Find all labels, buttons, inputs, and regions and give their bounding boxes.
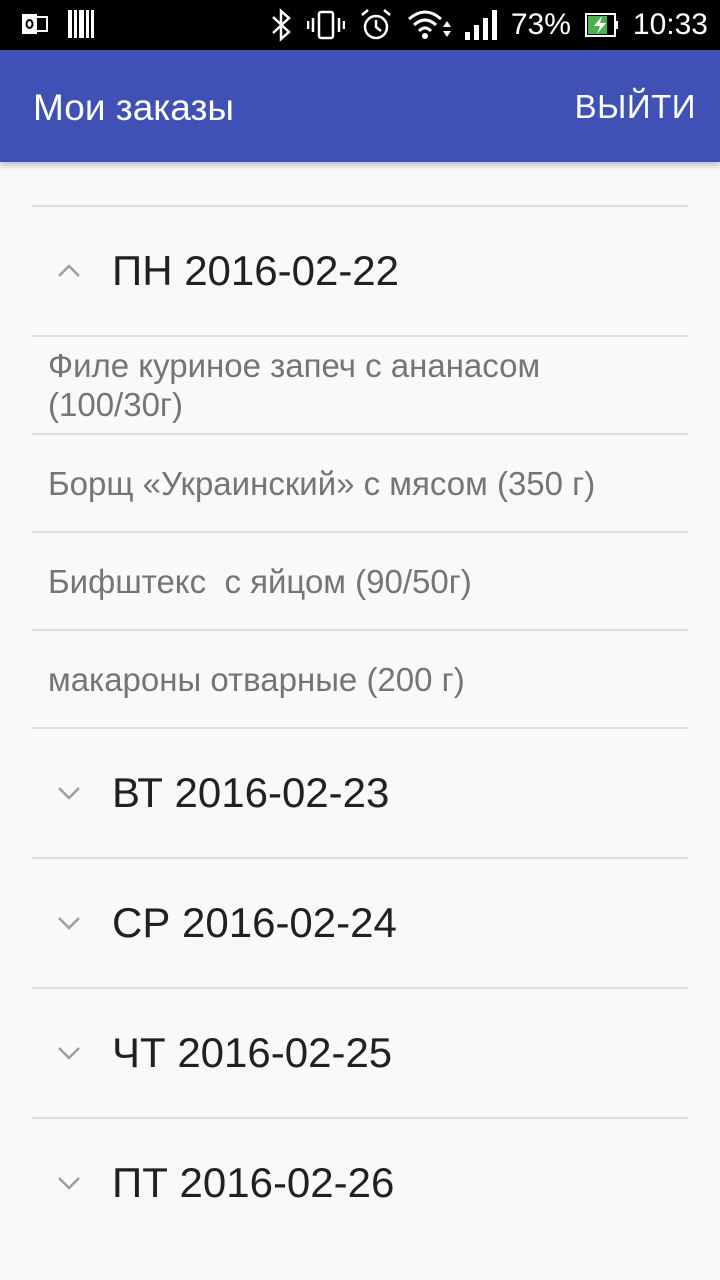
day-title: ПН 2016-02-22 [112, 247, 400, 294]
day-group-header[interactable]: ПН 2016-02-22 [32, 207, 688, 335]
wifi-icon [407, 10, 451, 39]
day-group-header[interactable]: СР 2016-02-24 [32, 859, 688, 987]
order-item-label: Филе куриное запеч с ананасом (100/30г) [48, 347, 541, 423]
day-title: ПТ 2016-02-26 [112, 1159, 395, 1206]
day-group-header[interactable]: ЧТ 2016-02-25 [32, 989, 688, 1117]
day-title: ЧТ 2016-02-25 [112, 1029, 393, 1076]
alarm-icon [361, 9, 391, 40]
order-item-label: макароны отварные (200 г) [48, 660, 465, 698]
order-item[interactable]: Борщ «Украинский» с мясом (350 г) [32, 435, 688, 531]
chevron-down-icon [58, 1047, 80, 1060]
chevron-down-icon [58, 917, 80, 930]
battery-charging-icon [584, 13, 618, 37]
outlook-icon [22, 14, 48, 34]
signal-icon [464, 10, 497, 40]
bluetooth-icon [272, 8, 291, 42]
page-title: Мои заказы [33, 87, 235, 128]
day-title: СР 2016-02-24 [112, 899, 397, 946]
clock: 10:33 [632, 8, 708, 41]
battery-percent: 73% [510, 8, 571, 41]
orders-list: ПН 2016-02-22 Филе куриное запеч с анана… [32, 162, 688, 1247]
chevron-down-icon [58, 1177, 80, 1190]
vibrate-icon [306, 10, 345, 40]
chevron-up-icon [58, 264, 80, 277]
day-group-header[interactable]: ПТ 2016-02-26 [32, 1119, 688, 1247]
order-item[interactable]: макароны отварные (200 г) [32, 631, 688, 727]
order-item[interactable]: Бифштекс с яйцом (90/50г) [32, 533, 688, 629]
chevron-down-icon [58, 787, 80, 800]
barcode-icon [68, 10, 94, 38]
day-group-header[interactable]: ВТ 2016-02-23 [32, 729, 688, 857]
order-item[interactable]: Филе куриное запеч с ананасом (100/30г) [32, 337, 688, 433]
order-item-label: Бифштекс с яйцом (90/50г) [48, 562, 472, 600]
day-title: ВТ 2016-02-23 [112, 769, 390, 816]
logout-button[interactable]: ВЫЙТИ [575, 88, 696, 126]
status-bar: 73% 10:33 [0, 0, 720, 50]
order-item-label: Борщ «Украинский» с мясом (350 г) [48, 464, 596, 502]
app-bar: Мои заказы ВЫЙТИ [0, 50, 720, 162]
